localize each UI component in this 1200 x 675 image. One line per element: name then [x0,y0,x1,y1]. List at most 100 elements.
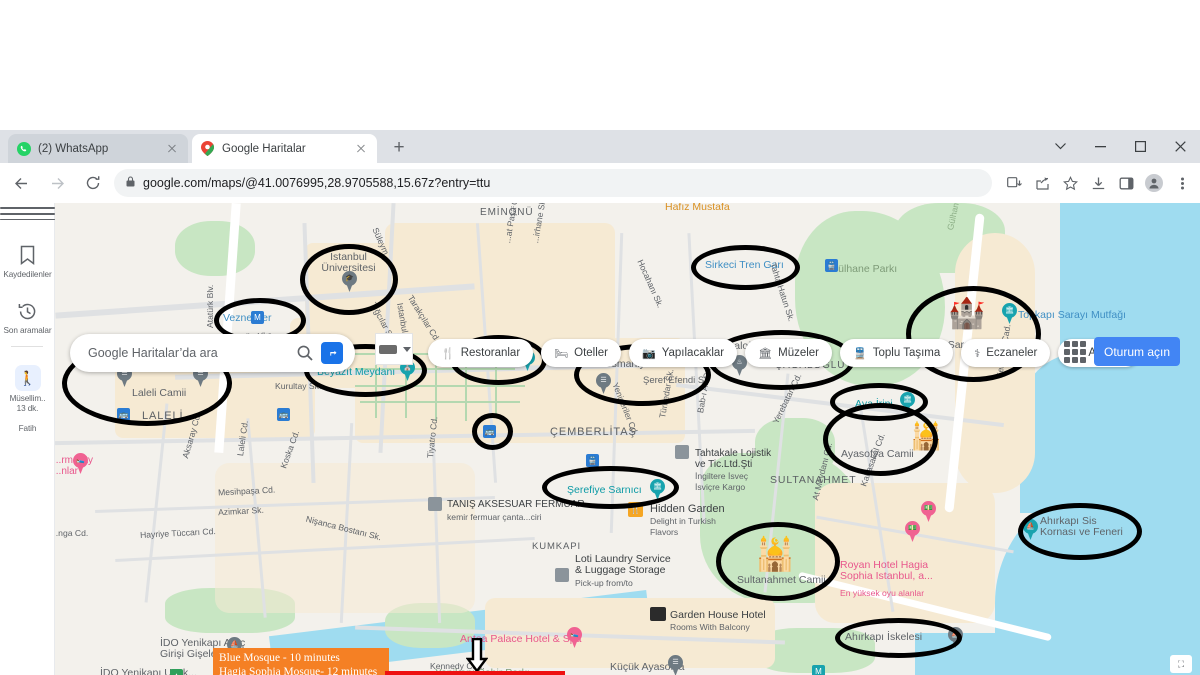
chip-restoranlar[interactable]: 🍴 Restoranlar [428,339,533,367]
map-label-royan-hotel: Royan Hotel Hagia Sophia Istanbul, a... [840,560,940,582]
bookmark-icon [19,252,36,269]
chip-label: Yapılacaklar [662,347,724,359]
rail-item-label: Müsellim.. [0,394,55,404]
hotel-price-icon: 💵 [908,524,917,533]
share-icon[interactable] [1028,169,1056,197]
tab-search-chevron-down-icon[interactable] [1040,130,1080,163]
rail-item-label: Son aramalar [0,326,55,336]
maps-viewport[interactable]: EMİNÖNÜ LALELİ ÇEMBERLİTAŞ ÇAĞALOĞLU SUL… [0,203,1200,675]
poi-dot-tanis[interactable] [428,497,442,511]
chevron-down-icon[interactable] [403,347,411,352]
category-chip-row: 🍴 Restoranlar 🛏 Oteller 📷 Yapılacaklar 🏛… [428,339,1140,367]
browser-window: (2) WhatsApp Google Haritalar + [0,130,1200,675]
annotation-ellipse-serefiye-sarnici [542,466,679,509]
search-input[interactable]: Google Haritalar’da ara [88,346,293,360]
chip-oteller[interactable]: 🛏 Oteller [541,339,621,367]
annotation-ellipse-topkapi-sarayi [906,286,1041,382]
chip-label: Toplu Taşıma [873,347,941,359]
pharmacy-icon: ⚕ [974,347,980,360]
map-canvas[interactable]: EMİNÖNÜ LALELİ ÇEMBERLİTAŞ ÇAĞALOĞLU SUL… [55,203,1200,675]
map-label-delight: Delight in Turkish Flavors [650,516,730,538]
maximize-icon[interactable] [1120,130,1160,163]
chip-label: Müzeler [778,347,819,359]
metro-marker-south[interactable]: M [812,665,825,675]
close-icon[interactable] [164,141,180,157]
url-text: google.com/maps/@41.0076995,28.9705588,1… [143,176,490,190]
poi-pin-warm-city[interactable]: 🛌 [73,453,88,474]
annotation-ellipse-sultanahmet-camii [716,522,840,601]
rail-item-saved[interactable]: Kaydedilenler [0,245,55,280]
kebab-menu-icon[interactable] [1168,169,1196,197]
apps-grid-icon[interactable] [1064,341,1086,363]
map-label-cemberlitas: ÇEMBERLİTAŞ [550,426,637,438]
annotation-legend-box: Blue Mosque - 10 minutes Hagia Sophia Mo… [213,648,389,675]
map-label-garden-house-hotel: Garden House Hotel [670,609,766,621]
chip-eczaneler[interactable]: ⚕ Eczaneler [961,339,1050,367]
walking-person-icon: 🚶 [15,365,41,391]
annotation-ellipse-ahirkapi-sis [1018,503,1142,560]
down-arrow-icon [466,638,488,672]
rail-item-menu[interactable] [0,207,55,220]
hotel-bed-icon: 🛌 [76,456,85,465]
rail-item-recents[interactable]: Son aramalar [0,302,55,336]
map-label-hidden-garden: Hidden Garden [650,503,725,515]
close-icon[interactable] [353,141,369,157]
side-panel-icon[interactable] [1112,169,1140,197]
poi-pin-hotel-royan-2[interactable]: 💵 [921,501,936,522]
tab-whatsapp[interactable]: (2) WhatsApp [8,134,188,163]
screenshot-root: (2) WhatsApp Google Haritalar + [0,0,1200,675]
poi-pin-hotel-antea[interactable]: 🛌 [567,627,582,648]
fullscreen-icon[interactable]: ⛶ [1170,655,1192,673]
downloads-icon[interactable] [1084,169,1112,197]
rail-item-label: Kaydedilenler [0,270,55,280]
transit-marker-sirkeci[interactable]: 🚆 [825,259,838,272]
metro-marker-yenikapi[interactable]: ▲ [170,669,183,675]
poi-dot-garden-house[interactable] [650,607,666,621]
hotel-bed-icon: 🛏 [554,347,568,360]
keyboard-language-box[interactable] [375,333,413,365]
rail-item-photo-fatih[interactable]: 5 Fatih [0,424,55,434]
street-hayriye: Hayriye Tüccarı Cd. [140,526,216,540]
forward-arrow-icon[interactable] [42,168,72,198]
tab-google-haritalar[interactable]: Google Haritalar [192,134,377,163]
map-label-kumkapi: KUMKAPI [532,541,581,552]
tab-title: Google Haritalar [222,143,353,155]
park-left-small [175,221,255,276]
search-icon[interactable] [293,341,317,365]
poi-dot-tahtakale[interactable] [675,445,689,459]
maps-search-bar[interactable]: Google Haritalar’da ara [70,334,355,372]
directions-icon[interactable] [321,342,343,364]
chip-yapilacaklar[interactable]: 📷 Yapılacaklar [629,339,737,367]
annotation-ellipse-istanbul-universitesi [300,244,398,315]
annotation-ellipse-tram-marker [472,413,513,450]
map-label-gulhane-parki: Gülhane Parkı [830,263,897,275]
tram-marker-beyazit[interactable]: 🚌 [277,408,290,421]
back-arrow-icon[interactable] [6,168,36,198]
chip-toplu-tasima[interactable]: 🚆 Toplu Taşıma [840,339,953,367]
minimize-icon[interactable] [1080,130,1120,163]
rail-item-walking-route[interactable]: 🚶 Müsellim.. 13 dk. [0,365,55,414]
poi-dot-loti[interactable] [555,568,569,582]
poi-pin-hotel-royan-1[interactable]: 💵 [905,521,920,542]
reload-icon[interactable] [78,168,108,198]
annotation-ellipse-ayasofya-camii [823,403,938,476]
new-tab-button[interactable]: + [388,138,410,160]
browser-toolbar: google.com/maps/@41.0076995,28.9705588,1… [0,163,1200,203]
street-hocahani: Hocahanı Sk. [635,258,665,309]
map-label-en-yuksek: En yüksek oyu alanlar [840,588,924,598]
address-bar[interactable]: google.com/maps/@41.0076995,28.9705588,1… [114,169,992,197]
close-icon[interactable] [1160,130,1200,163]
chip-muzeler[interactable]: 🏛 Müzeler [745,339,832,367]
bookmark-star-icon[interactable] [1056,169,1084,197]
poi-pin-kucuk-ayasofya[interactable]: ☰ [668,655,683,675]
history-icon [18,308,37,325]
keyboard-key-icon [379,345,397,354]
camera-icon: 📷 [642,347,656,360]
chip-label: Restoranlar [461,347,520,359]
profile-avatar-icon[interactable] [1140,169,1168,197]
sign-in-button[interactable]: Oturum açın [1094,337,1180,366]
chip-label: Oteller [574,347,608,359]
tab-strip: (2) WhatsApp Google Haritalar + [0,130,1200,163]
install-icon[interactable] [1000,169,1028,197]
transit-marker-marmaray[interactable]: 🚆 [586,454,599,467]
